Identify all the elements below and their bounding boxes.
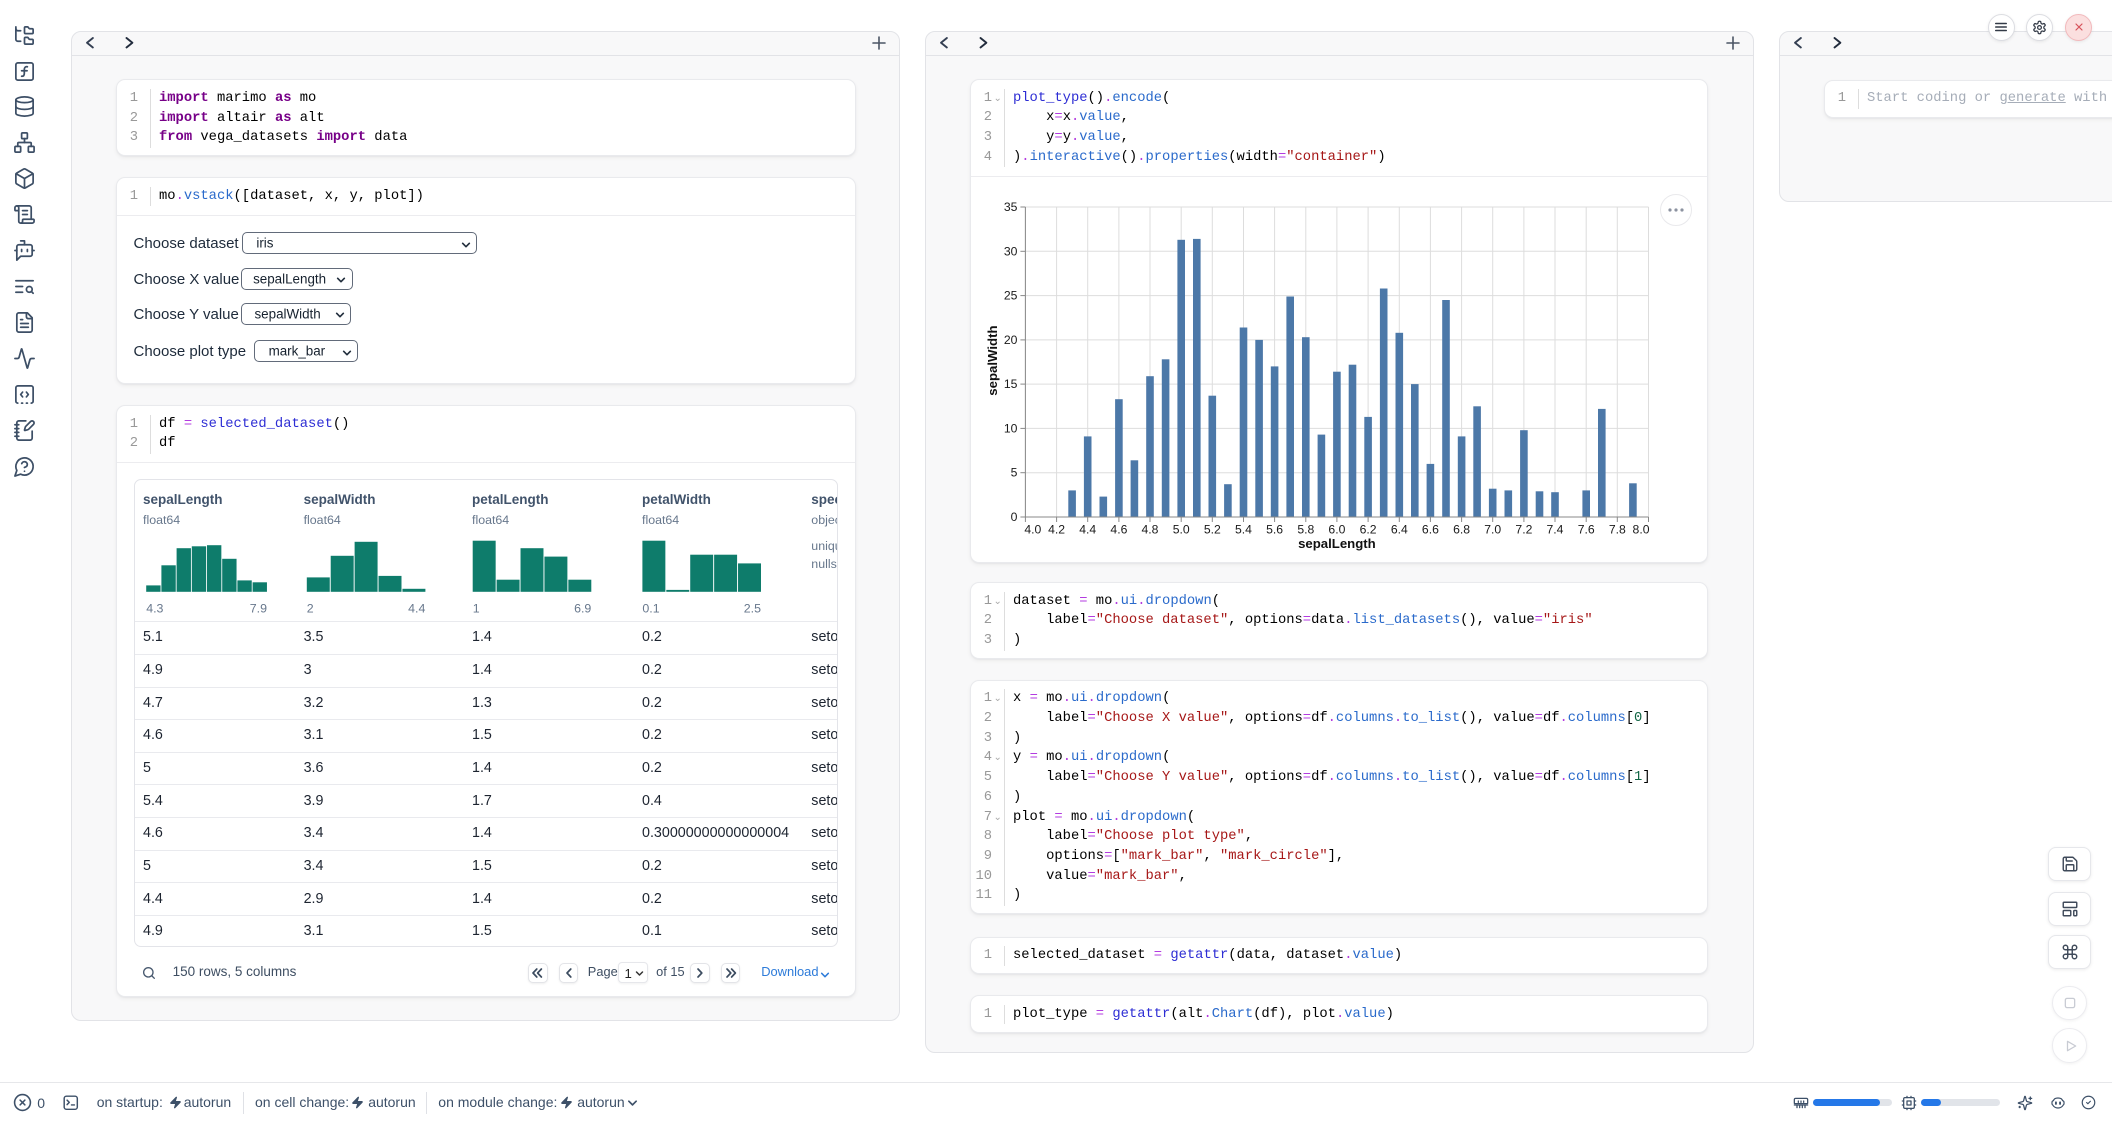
- svg-text:4.6: 4.6: [1110, 522, 1127, 536]
- svg-text:8.0: 8.0: [1633, 522, 1650, 536]
- svg-text:7.4: 7.4: [1547, 522, 1564, 536]
- svg-text:10: 10: [1004, 421, 1018, 435]
- svg-text:4.8: 4.8: [1142, 522, 1159, 536]
- svg-text:6.8: 6.8: [1453, 522, 1470, 536]
- svg-text:5.4: 5.4: [1235, 522, 1252, 536]
- svg-text:4.0: 4.0: [1024, 522, 1041, 536]
- svg-text:7.9: 7.9: [249, 601, 266, 615]
- svg-text:6.0: 6.0: [1328, 522, 1345, 536]
- svg-text:7.2: 7.2: [1515, 522, 1532, 536]
- svg-text:5.0: 5.0: [1173, 522, 1190, 536]
- svg-text:5.8: 5.8: [1297, 522, 1314, 536]
- svg-text:25: 25: [1004, 288, 1018, 302]
- svg-text:sepalWidth: sepalWidth: [985, 325, 1000, 395]
- svg-text:4.3: 4.3: [146, 601, 163, 615]
- svg-text:15: 15: [1004, 377, 1018, 391]
- svg-text:6.2: 6.2: [1360, 522, 1377, 536]
- svg-text:2.5: 2.5: [743, 601, 760, 615]
- svg-text:30: 30: [1004, 244, 1018, 258]
- svg-text:0: 0: [1011, 510, 1018, 524]
- svg-text:7.8: 7.8: [1609, 522, 1626, 536]
- svg-text:35: 35: [1004, 200, 1018, 214]
- svg-text:7.6: 7.6: [1578, 522, 1595, 536]
- svg-text:0.1: 0.1: [642, 601, 659, 615]
- svg-text:4.2: 4.2: [1048, 522, 1065, 536]
- svg-text:6.6: 6.6: [1422, 522, 1439, 536]
- svg-text:4.4: 4.4: [408, 601, 425, 615]
- svg-text:5.6: 5.6: [1266, 522, 1283, 536]
- svg-text:2: 2: [306, 601, 313, 615]
- svg-text:1: 1: [472, 601, 479, 615]
- svg-text:5.2: 5.2: [1204, 522, 1221, 536]
- svg-text:4.4: 4.4: [1079, 522, 1096, 536]
- svg-text:sepalLength: sepalLength: [1298, 536, 1376, 551]
- svg-text:6.4: 6.4: [1391, 522, 1408, 536]
- svg-text:5: 5: [1011, 465, 1018, 479]
- svg-text:20: 20: [1004, 332, 1018, 346]
- svg-text:6.9: 6.9: [574, 601, 591, 615]
- svg-text:7.0: 7.0: [1484, 522, 1501, 536]
